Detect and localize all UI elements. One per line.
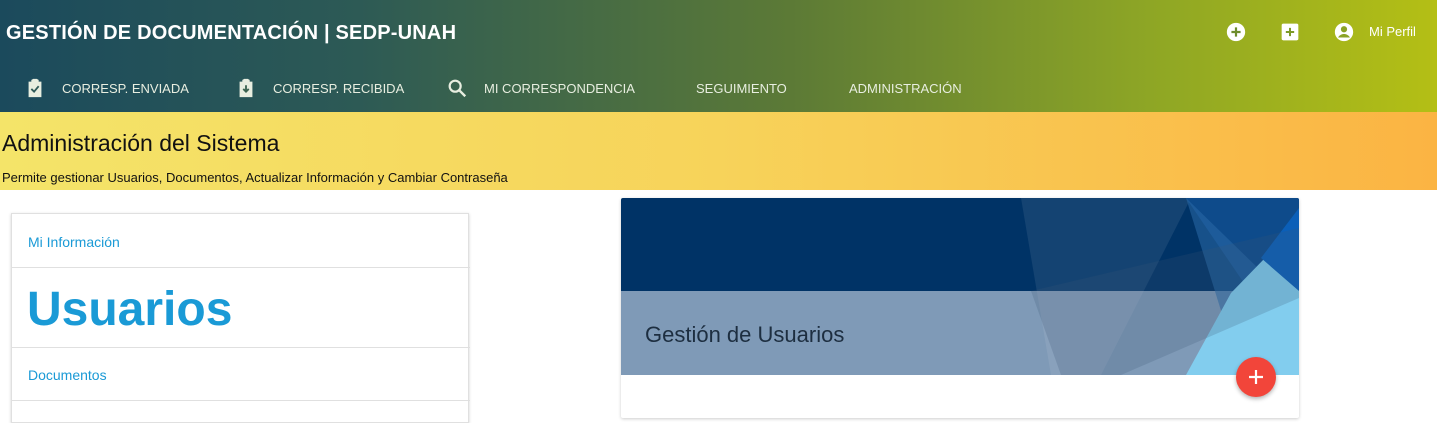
admin-menu: Mi Información Usuarios Documentos <box>11 213 470 423</box>
app-title: GESTIÓN DE DOCUMENTACIÓN | SEDP-UNAH <box>6 22 457 44</box>
nav-administracion[interactable]: ADMINISTRACIÓN <box>849 64 962 112</box>
menu-item-label: Mi Información <box>28 234 120 250</box>
plus-icon <box>1249 370 1263 384</box>
page-subtitle: Permite gestionar Usuarios, Documentos, … <box>2 170 508 185</box>
add-user-button[interactable] <box>1236 357 1276 397</box>
nav-label: MI CORRESPONDENCIA <box>484 80 635 96</box>
nav-corresp-enviada[interactable]: CORRESP. ENVIADA <box>24 64 189 112</box>
main-nav: CORRESP. ENVIADA CORRESP. RECIBIDA MI CO… <box>0 64 1000 112</box>
profile-link[interactable]: Mi Perfil <box>1369 24 1416 39</box>
nav-label: CORRESP. RECIBIDA <box>273 80 405 96</box>
nav-mi-correspondencia[interactable]: MI CORRESPONDENCIA <box>446 64 635 112</box>
users-card: Gestión de Usuarios <box>621 198 1299 418</box>
nav-corresp-recibida[interactable]: CORRESP. RECIBIDA <box>235 64 404 112</box>
clipboard-check-icon <box>28 78 42 98</box>
card-title: Gestión de Usuarios <box>645 322 845 347</box>
menu-item-usuarios[interactable]: Usuarios <box>12 268 470 348</box>
page-banner: Administración del Sistema Permite gesti… <box>0 112 1437 190</box>
nav-label: CORRESP. ENVIADA <box>62 80 189 96</box>
menu-item-label: Usuarios <box>27 283 233 336</box>
clipboard-download-icon <box>239 78 253 98</box>
account-circle-icon[interactable] <box>1332 20 1356 44</box>
nav-label: ADMINISTRACIÓN <box>849 80 962 96</box>
card-hero-image <box>621 198 1299 375</box>
menu-item-label: Documentos <box>28 367 107 383</box>
menu-item-documentos[interactable]: Documentos <box>12 348 470 401</box>
add-box-icon[interactable] <box>1278 20 1302 44</box>
nav-seguimiento[interactable]: SEGUIMIENTO <box>696 64 787 112</box>
add-circle-icon[interactable] <box>1224 20 1248 44</box>
menu-item-mi-informacion[interactable]: Mi Información <box>12 214 470 268</box>
nav-label: SEGUIMIENTO <box>696 80 787 96</box>
top-header: GESTIÓN DE DOCUMENTACIÓN | SEDP-UNAH Mi … <box>0 0 1437 112</box>
search-icon <box>448 79 467 98</box>
page-title: Administración del Sistema <box>2 130 280 156</box>
